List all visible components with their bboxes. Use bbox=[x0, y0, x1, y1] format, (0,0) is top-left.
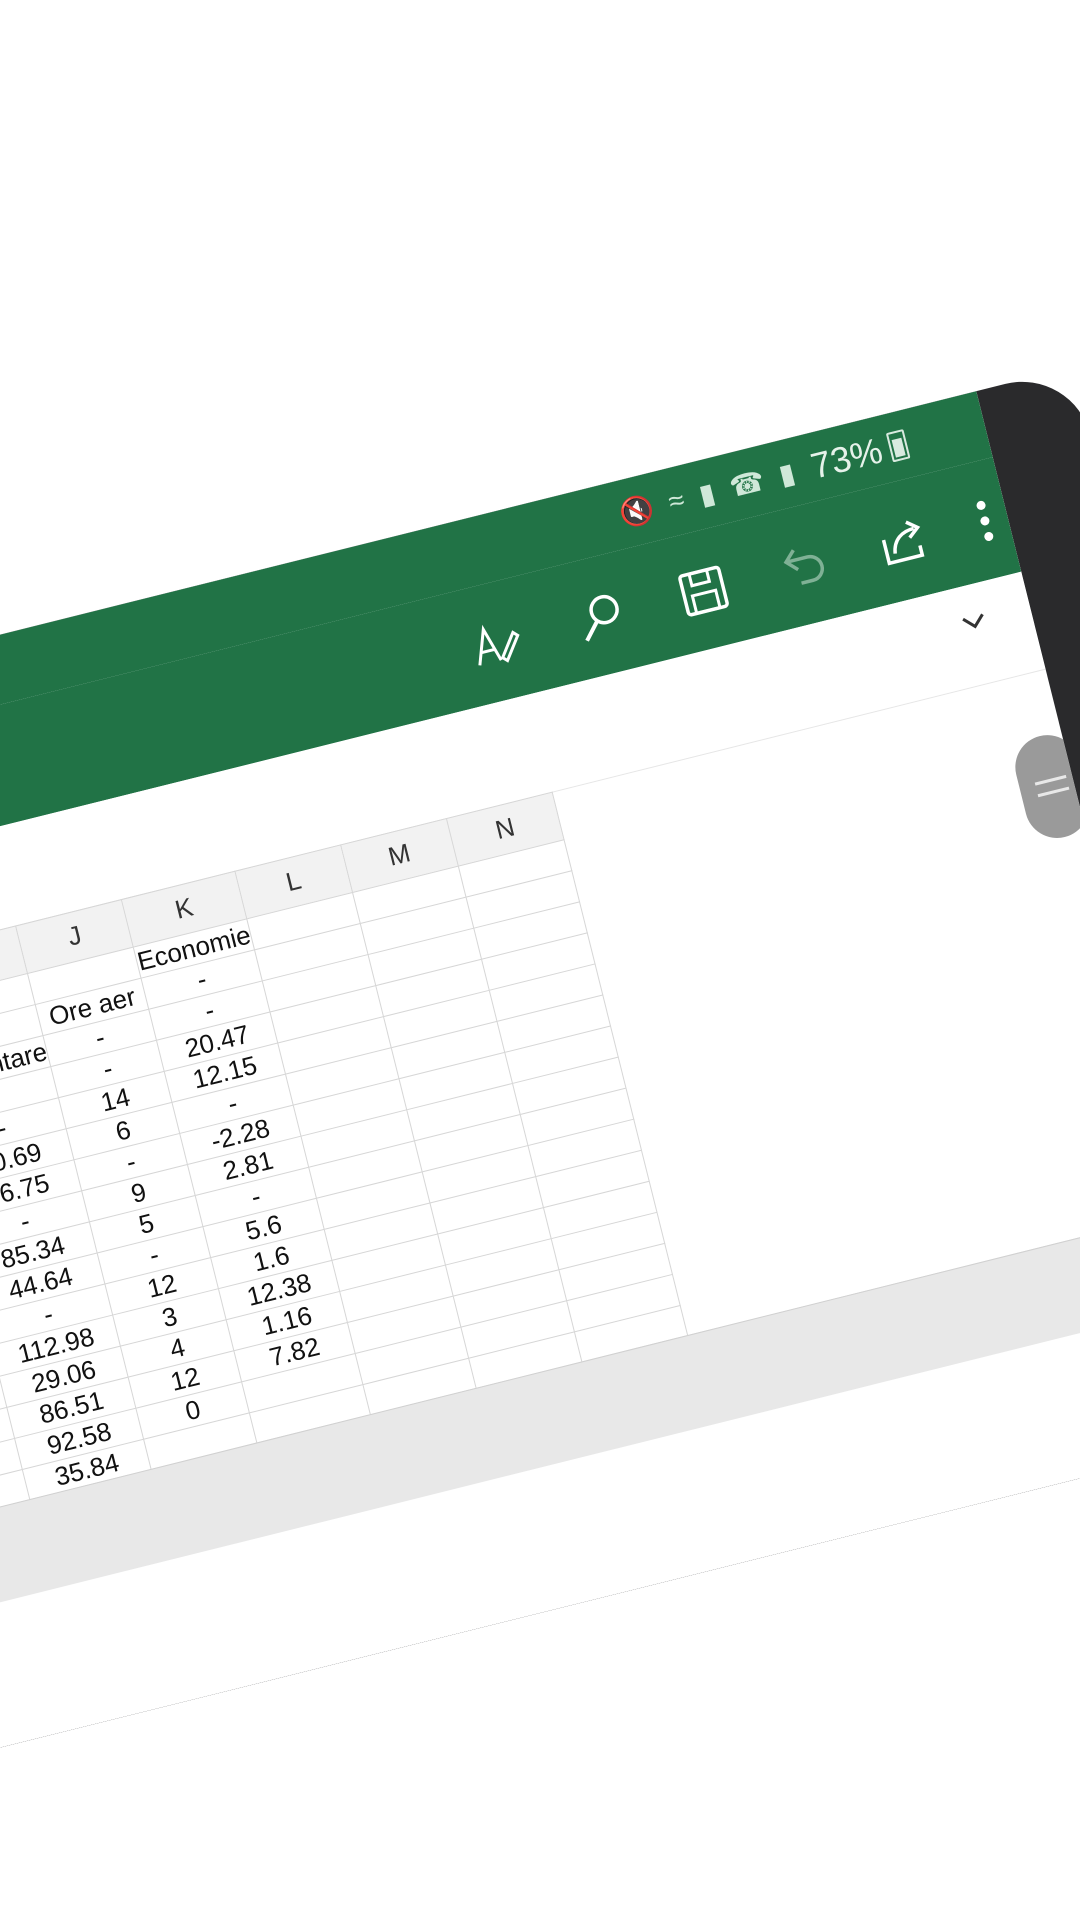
scroll-handle[interactable] bbox=[1008, 728, 1080, 845]
battery-icon bbox=[885, 428, 911, 463]
wifi-icon: ≈ bbox=[665, 483, 688, 518]
signal-icon-2: ▮ bbox=[775, 456, 799, 491]
signal-icon: ▮ bbox=[695, 476, 719, 511]
undo-icon[interactable] bbox=[765, 527, 843, 605]
search-icon[interactable] bbox=[563, 578, 641, 656]
share-icon[interactable] bbox=[864, 503, 942, 581]
battery-percent: 73% bbox=[806, 429, 887, 487]
mute-icon: 🔇 bbox=[615, 491, 658, 531]
excel-screen: 🔇 ≈ ▮ ☎ ▮ 73% J K L M N Economie Ore aer… bbox=[0, 391, 1080, 1788]
tablet-device: 🔇 ≈ ▮ ☎ ▮ 73% J K L M N Economie Ore aer… bbox=[0, 366, 1080, 1788]
save-icon[interactable] bbox=[665, 552, 743, 630]
chevron-down-icon[interactable] bbox=[950, 598, 998, 646]
draw-icon[interactable] bbox=[456, 604, 534, 682]
call-icon: ☎ bbox=[726, 464, 768, 503]
more-icon[interactable] bbox=[946, 482, 1024, 560]
